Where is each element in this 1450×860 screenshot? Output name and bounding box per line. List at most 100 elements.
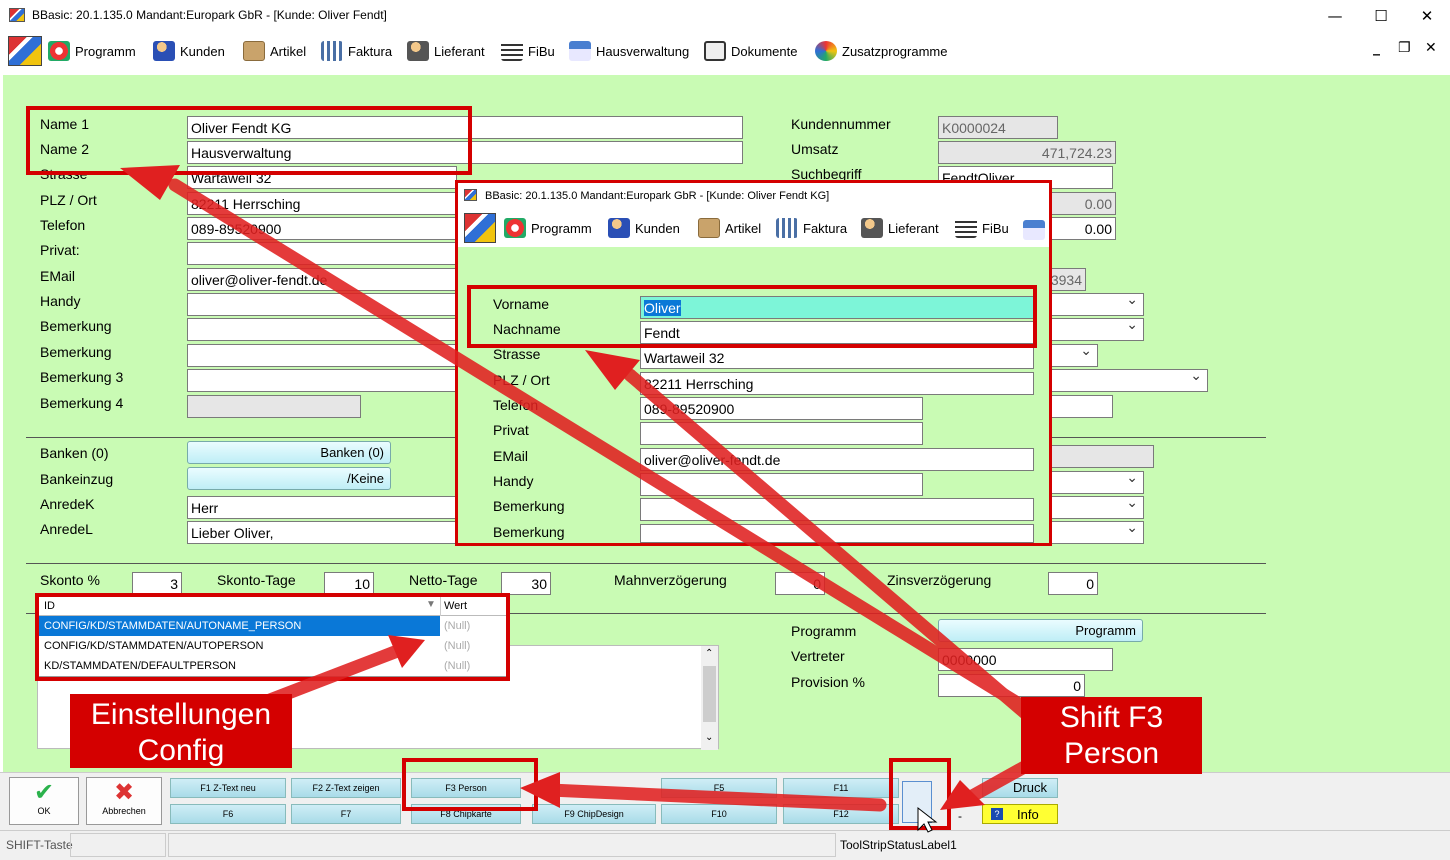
- dropdown-4[interactable]: [1040, 369, 1208, 392]
- druck-button[interactable]: Druck: [982, 778, 1058, 798]
- app-logo-icon: [8, 36, 42, 66]
- mahnverzoegerung-input[interactable]: 0: [775, 572, 825, 595]
- dropdown-2[interactable]: [1040, 318, 1144, 341]
- menu-faktura[interactable]: Faktura: [321, 38, 392, 64]
- mdi-restore-button[interactable]: ❐: [1398, 40, 1411, 56]
- menu-lieferant[interactable]: Lieferant: [407, 38, 485, 64]
- f5-button[interactable]: F5: [661, 778, 777, 798]
- scroll-thumb[interactable]: [703, 666, 716, 722]
- menu-dokumente[interactable]: Dokumente: [704, 38, 797, 64]
- provision-input[interactable]: 0: [938, 674, 1085, 697]
- dropdown-5[interactable]: [1040, 471, 1144, 494]
- zusatzprogramme-icon: [815, 41, 837, 61]
- email-input[interactable]: oliver@oliver-fendt.de: [640, 448, 1034, 471]
- strasse-label: Strasse: [493, 346, 541, 362]
- f9-button[interactable]: F9 ChipDesign: [532, 804, 656, 824]
- minus-button[interactable]: -: [958, 809, 962, 823]
- menu-fibu[interactable]: FiBu: [955, 215, 1009, 241]
- strasse-input[interactable]: Wartaweil 32: [640, 346, 1034, 369]
- privat-label: Privat:: [40, 242, 80, 258]
- hausverwaltung-icon: [569, 41, 591, 61]
- bemerkung1-input[interactable]: [187, 318, 457, 341]
- menu-zusatzprogramme[interactable]: Zusatzprogramme: [815, 38, 947, 64]
- bemerkung2-input[interactable]: [187, 344, 457, 367]
- bemerkung2-label: Bemerkung: [493, 524, 565, 540]
- f6-button[interactable]: F6: [170, 804, 286, 824]
- plz-input[interactable]: 82211 Herrsching: [187, 192, 457, 215]
- scroll-up-icon[interactable]: ⌃: [705, 648, 713, 659]
- skontotage-input[interactable]: 10: [324, 572, 374, 595]
- menu-artikel[interactable]: Artikel: [243, 38, 306, 64]
- f7-button[interactable]: F7: [291, 804, 401, 824]
- callout-einstellungen-line2: Config: [137, 734, 225, 767]
- status-panel-1: [70, 833, 166, 857]
- f11-button[interactable]: F11: [783, 778, 899, 798]
- mdi-close-button[interactable]: ✕: [1425, 40, 1437, 56]
- menu-hausverwaltung[interactable]: Hausverwaltung: [569, 38, 689, 64]
- bankeinzug-button[interactable]: /Keine: [187, 467, 391, 490]
- kundennummer-field: K0000024: [938, 116, 1058, 139]
- telefon-input[interactable]: 089-89520900: [640, 397, 923, 420]
- scroll-down-icon[interactable]: ⌄: [705, 732, 713, 743]
- person-window[interactable]: BBasic: 20.1.135.0 Mandant:Europark GbR …: [455, 180, 1052, 546]
- close-button[interactable]: ✕: [1404, 4, 1450, 28]
- programm-icon: [48, 41, 70, 61]
- anredek-input[interactable]: Herr: [187, 496, 457, 519]
- skonto-input[interactable]: 3: [132, 572, 182, 595]
- vertreter-input[interactable]: 0000000: [938, 648, 1113, 671]
- f1-button[interactable]: F1 Z-Text neu: [170, 778, 286, 798]
- minimize-button[interactable]: —: [1312, 4, 1358, 28]
- bemerkung4-label: Bemerkung 4: [40, 395, 124, 411]
- email-input[interactable]: oliver@oliver-fendt.de: [187, 268, 457, 291]
- f10-button[interactable]: F10: [661, 804, 777, 824]
- plz-input[interactable]: 82211 Herrsching: [640, 372, 1034, 395]
- privat-input[interactable]: [640, 422, 923, 445]
- zinsverzoegerung-label: Zinsverzögerung: [887, 572, 992, 588]
- menu-kunden[interactable]: Kunden: [153, 38, 225, 64]
- menu-faktura[interactable]: Faktura: [776, 215, 847, 241]
- f2-button[interactable]: F2 Z-Text zeigen: [291, 778, 401, 798]
- bemerkung1-input[interactable]: [640, 498, 1034, 521]
- vertreter-label: Vertreter: [791, 648, 845, 664]
- menu-programm[interactable]: Programm: [48, 38, 136, 64]
- menu-kunden[interactable]: Kunden: [608, 215, 680, 241]
- status-label1: ToolStripStatusLabel1: [840, 838, 957, 852]
- info-button[interactable]: ? Info: [982, 804, 1058, 824]
- annotation-box-name: [26, 106, 472, 175]
- programm-button[interactable]: Programm: [938, 619, 1143, 642]
- dropdown-7[interactable]: [1040, 521, 1144, 544]
- app-icon: [464, 189, 477, 201]
- anredel-label: AnredeL: [40, 521, 93, 537]
- menu-fibu[interactable]: FiBu: [501, 38, 555, 64]
- menu-lieferant[interactable]: Lieferant: [861, 215, 939, 241]
- callout-einstellungen: Einstellungen Config: [70, 694, 292, 768]
- maximize-button[interactable]: ☐: [1358, 4, 1404, 28]
- bemerkung3-input[interactable]: [187, 369, 457, 392]
- dropdown-1[interactable]: [1040, 293, 1144, 316]
- handy-input[interactable]: [640, 473, 923, 496]
- dropdown-6[interactable]: [1040, 496, 1144, 519]
- banken-label: Banken (0): [40, 445, 109, 461]
- bemerkung2-input[interactable]: [640, 524, 1034, 543]
- memo-scrollbar[interactable]: ⌃ ⌄: [701, 646, 718, 750]
- abbrechen-label: Abbrechen: [102, 806, 146, 816]
- f12-button[interactable]: F12: [783, 804, 899, 824]
- menu-artikel[interactable]: Artikel: [698, 215, 761, 241]
- handy-label: Handy: [493, 473, 534, 489]
- privat-input[interactable]: [187, 242, 457, 265]
- handy-input[interactable]: [187, 293, 457, 316]
- anredel-input[interactable]: Lieber Oliver,: [187, 521, 457, 544]
- telefon-input[interactable]: 089-89520900: [187, 217, 457, 240]
- nettotage-input[interactable]: 30: [501, 572, 551, 595]
- banken-button[interactable]: Banken (0): [187, 441, 391, 464]
- zinsverzoegerung-input[interactable]: 0: [1048, 572, 1098, 595]
- mdi-minimize-button[interactable]: _: [1373, 40, 1380, 56]
- plz-label: PLZ / Ort: [493, 372, 550, 388]
- faktura-icon: [321, 41, 343, 61]
- kundennummer-label: Kundennummer: [791, 116, 891, 132]
- bemerkung4-input[interactable]: [187, 395, 361, 418]
- menu-programm[interactable]: Programm: [504, 215, 592, 241]
- hausverwaltung-icon[interactable]: [1023, 220, 1045, 240]
- ok-button[interactable]: ✔ OK: [9, 777, 79, 825]
- abbrechen-button[interactable]: ✖ Abbrechen: [86, 777, 162, 825]
